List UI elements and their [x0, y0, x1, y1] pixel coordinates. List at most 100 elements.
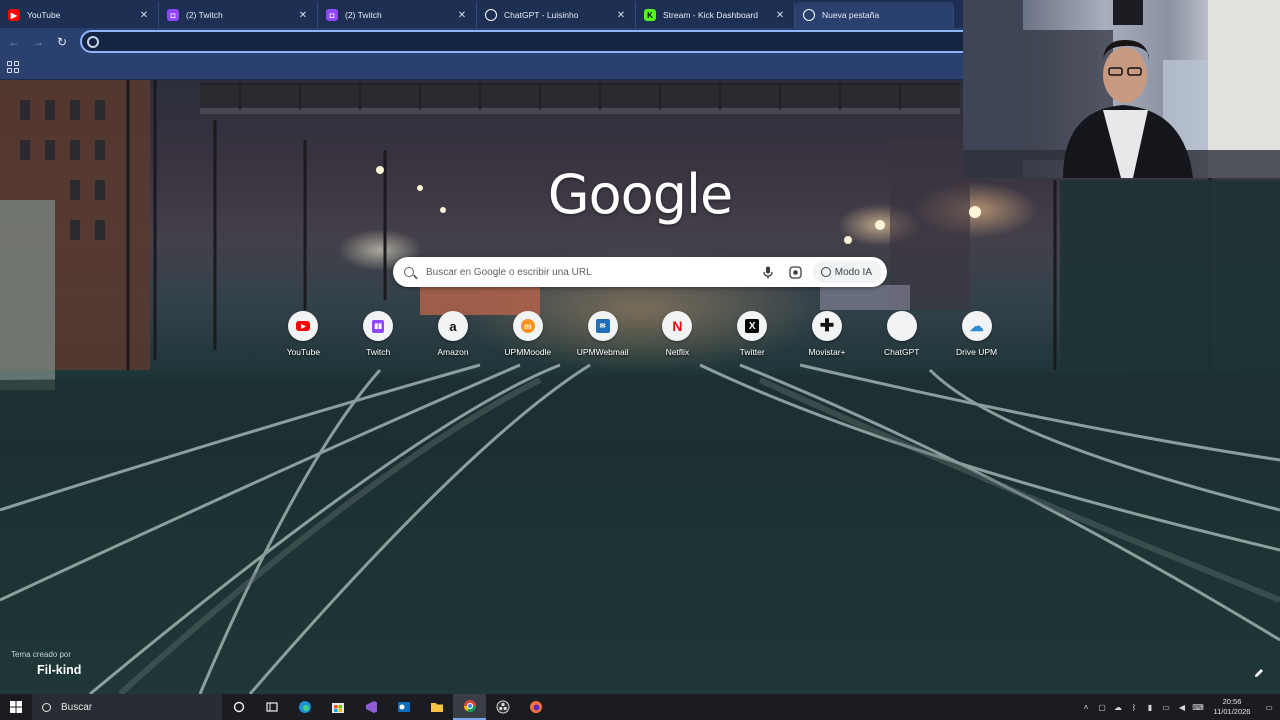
shortcut-twitch[interactable]: ▮▮ Twitch [341, 311, 416, 357]
microphone-icon[interactable]: ▮ [1142, 694, 1158, 720]
close-icon[interactable]: ✕ [456, 9, 468, 21]
shortcut-upmwebmail[interactable]: ✉ UPMWebmail [565, 311, 640, 357]
notification-icon[interactable]: ▭ [1258, 694, 1280, 720]
tab-title: ChatGPT - Luisinho [504, 10, 579, 20]
visual-studio-icon[interactable] [354, 694, 387, 720]
shortcut-label: Drive UPM [956, 347, 998, 357]
webcam-overlay [963, 0, 1280, 178]
cloud-icon[interactable]: ☁ [1110, 694, 1126, 720]
moodle-icon: m [520, 319, 535, 333]
shortcut-label: UPMMoodle [504, 347, 552, 357]
system-tray: ˄ ▢ ☁ ᛒ ▮ ▭ ◀ ⌨ 20:56 11/01/2026 ▭ [1078, 694, 1280, 720]
close-icon[interactable]: ✕ [615, 9, 627, 21]
shortcut-twitter[interactable]: X Twitter [715, 311, 790, 357]
outlook-icon[interactable] [387, 694, 420, 720]
tab-twitch-2[interactable]: ◘ (2) Twitch ✕ [318, 2, 477, 28]
windows-start-button[interactable] [0, 694, 32, 720]
apps-icon[interactable] [7, 61, 19, 73]
youtube-icon: ▶ [8, 9, 20, 21]
tab-new-tab[interactable]: Nueva pestaña [795, 2, 954, 28]
shortcut-upmmoodle[interactable]: m UPMMoodle [490, 311, 565, 357]
youtube-icon: ▶ [296, 321, 311, 331]
netflix-icon: N [672, 318, 683, 334]
shortcut-tile: ▶ [288, 311, 319, 341]
search-box[interactable]: Modo IA [393, 257, 887, 287]
taskbar-search-label: Buscar [61, 701, 93, 713]
shortcut-label: Amazon [437, 347, 469, 357]
shortcut-chatgpt[interactable]: ChatGPT [864, 311, 939, 357]
tab-chatgpt[interactable]: ChatGPT - Luisinho ✕ [477, 2, 636, 28]
volume-icon[interactable]: ◀ [1174, 694, 1190, 720]
shortcut-movistar[interactable]: ✚ Movistar+ [790, 311, 865, 357]
camera-search-icon[interactable] [785, 261, 807, 283]
address-input[interactable] [105, 35, 978, 48]
shortcut-youtube[interactable]: ▶ YouTube [266, 311, 341, 357]
theme-author-link[interactable]: Fil-kind [37, 663, 81, 677]
tab-title: Stream - Kick Dashboard [663, 10, 758, 20]
shortcut-label: ChatGPT [884, 347, 920, 357]
search-input[interactable] [426, 266, 757, 278]
shortcut-label: Twitch [366, 347, 391, 357]
shortcut-label: YouTube [286, 347, 321, 357]
chrome-icon [803, 9, 815, 21]
network-icon[interactable]: ▭ [1158, 694, 1174, 720]
shortcut-label: Twitter [739, 347, 765, 357]
chatgpt-icon [485, 9, 497, 21]
search-icon [404, 267, 414, 277]
shortcut-netflix[interactable]: N Netflix [640, 311, 715, 357]
input-method-icon[interactable]: ⌨ [1190, 694, 1206, 720]
address-bar[interactable] [80, 30, 980, 53]
tab-title: (2) Twitch [345, 10, 382, 20]
tab-twitch[interactable]: ◘ (2) Twitch ✕ [159, 2, 318, 28]
webmail-icon: ✉ [595, 319, 610, 333]
shortcut-label: UPMWebmail [576, 347, 629, 357]
clock-date: 11/01/2026 [1213, 707, 1251, 716]
tab-title: Nueva pestaña [822, 10, 880, 20]
chatgpt-icon [895, 319, 909, 333]
kick-icon: K [644, 9, 656, 21]
shortcut-drive-upm[interactable]: ☁ Drive UPM [939, 311, 1014, 357]
back-button[interactable]: ← [2, 30, 26, 54]
ai-mode-button[interactable]: Modo IA [812, 261, 882, 283]
reload-button[interactable]: ↻ [50, 30, 74, 54]
twitch-icon: ◘ [167, 9, 179, 21]
forward-button[interactable]: → [26, 30, 50, 54]
shortcut-tile: ▮▮ [363, 311, 394, 341]
shortcut-tile: ✉ [587, 311, 618, 341]
microphone-icon[interactable] [757, 261, 779, 283]
chevron-up-icon[interactable]: ˄ [1078, 694, 1094, 720]
system-clock[interactable]: 20:56 11/01/2026 [1206, 697, 1258, 717]
ai-mode-icon [820, 267, 831, 277]
chrome-icon[interactable] [453, 694, 486, 720]
shortcut-amazon[interactable]: a Amazon [416, 311, 491, 357]
store-icon[interactable] [321, 694, 354, 720]
network-device-icon[interactable]: ▢ [1094, 694, 1110, 720]
firefox-icon[interactable] [519, 694, 552, 720]
clock-time: 20:56 [1222, 697, 1242, 706]
shortcut-tile: ✚ [811, 311, 842, 341]
search-icon [42, 702, 51, 712]
plus-icon: ✚ [819, 316, 835, 335]
cortana-icon[interactable] [222, 694, 255, 720]
close-icon[interactable]: ✕ [297, 9, 309, 21]
tab-kick[interactable]: K Stream - Kick Dashboard ✕ [636, 2, 795, 28]
close-icon[interactable]: ✕ [138, 9, 150, 21]
shortcut-tile [886, 311, 917, 341]
theme-attribution: Tema creado por Fil-kind [11, 650, 81, 677]
edit-pencil-icon[interactable] [1250, 664, 1268, 682]
edge-icon[interactable] [288, 694, 321, 720]
shortcut-tile: a [437, 311, 468, 341]
taskbar-search-box[interactable]: Buscar [32, 694, 222, 720]
windows-taskbar: Buscar ˄ ▢ ☁ ᛒ ▮ ▭ ◀ ⌨ 20:56 11/01/2026 … [0, 694, 1280, 720]
obs-icon[interactable] [486, 694, 519, 720]
task-view-icon[interactable] [255, 694, 288, 720]
file-explorer-icon[interactable] [420, 694, 453, 720]
shortcut-label: Netflix [665, 347, 690, 357]
google-icon [87, 35, 99, 48]
bluetooth-icon[interactable]: ᛒ [1126, 694, 1142, 720]
tab-title: YouTube [27, 10, 61, 20]
tab-youtube[interactable]: ▶ YouTube ✕ [0, 2, 159, 28]
theme-credit-label: Tema creado por [11, 650, 72, 659]
shortcut-tile: m [512, 311, 543, 341]
close-icon[interactable]: ✕ [774, 9, 786, 21]
